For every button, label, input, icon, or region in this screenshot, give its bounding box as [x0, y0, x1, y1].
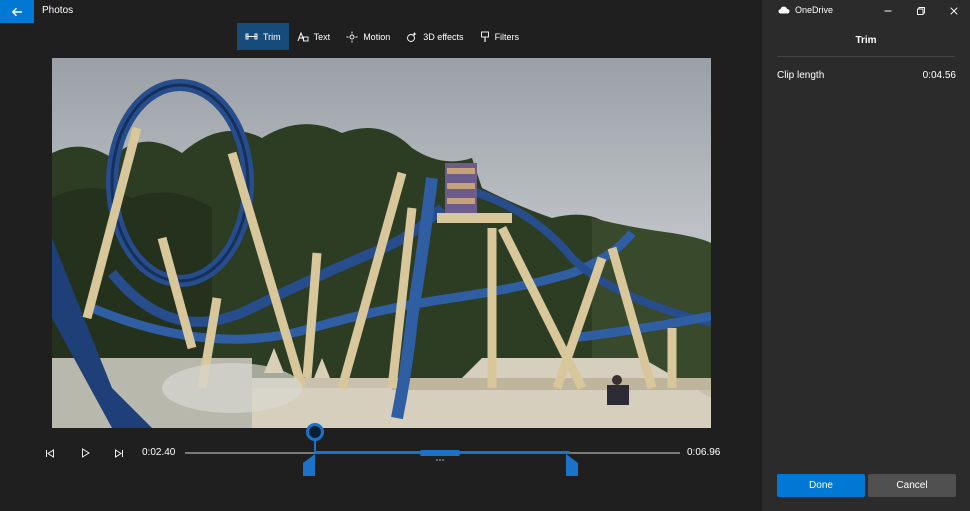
back-button[interactable] — [0, 0, 34, 23]
clip-length-value: 0:04.56 — [922, 70, 956, 81]
tab-3d-effects-label: 3D effects — [423, 31, 464, 42]
app-title: Photos — [42, 5, 74, 16]
tab-text[interactable]: Text — [289, 23, 339, 50]
title-bar: Photos — [0, 0, 762, 23]
cloud-icon — [778, 6, 790, 14]
playhead[interactable] — [306, 423, 324, 441]
text-icon — [297, 31, 309, 41]
panel-title: Trim — [855, 35, 877, 46]
previous-frame-icon — [46, 448, 54, 458]
onedrive-status[interactable]: OneDrive — [778, 5, 833, 15]
next-frame-icon — [115, 448, 123, 458]
done-button[interactable]: Done — [777, 474, 865, 497]
end-time: 0:06.96 — [687, 447, 721, 458]
back-arrow-icon — [11, 7, 22, 16]
tab-motion[interactable]: Motion — [338, 23, 398, 50]
restore-icon — [917, 7, 925, 15]
panel-divider — [777, 56, 955, 57]
trim-panel: OneDrive Trim Clip length 0:04.56 Done C… — [762, 0, 970, 511]
trim-icon — [245, 33, 258, 40]
onedrive-label: OneDrive — [795, 5, 834, 15]
3d-effects-icon — [407, 31, 417, 42]
video-preview[interactable] — [52, 58, 711, 428]
trim-start-handle[interactable] — [302, 454, 316, 476]
tab-trim-label: Trim — [263, 31, 281, 42]
minimize-button[interactable] — [880, 4, 896, 18]
tab-trim[interactable]: Trim — [237, 23, 289, 50]
start-time: 0:02.40 — [142, 447, 176, 458]
tab-text-label: Text — [313, 31, 331, 42]
trim-end-handle[interactable] — [565, 454, 579, 476]
close-icon — [950, 7, 958, 15]
filters-icon — [480, 31, 489, 42]
edit-toolbar: Trim Text Motion 3D effects Filters — [237, 23, 527, 50]
rollercoaster-image — [52, 58, 711, 428]
close-button[interactable] — [946, 4, 962, 18]
restore-button[interactable] — [913, 4, 929, 18]
tab-3d-effects[interactable]: 3D effects — [398, 23, 471, 50]
tab-filters[interactable]: Filters — [472, 23, 528, 50]
cancel-button[interactable]: Cancel — [868, 474, 956, 497]
play-icon — [81, 448, 90, 458]
tab-motion-label: Motion — [363, 31, 391, 42]
play-button[interactable] — [78, 446, 92, 460]
next-frame-button[interactable] — [112, 446, 126, 460]
minimize-icon — [884, 10, 892, 12]
selection-grip[interactable] — [420, 450, 460, 461]
photos-app: Photos Trim Text Motion 3D effects Filte… — [0, 0, 970, 511]
grip-dots-icon — [436, 459, 444, 461]
motion-icon — [346, 31, 358, 42]
clip-length-label: Clip length — [777, 70, 825, 81]
previous-frame-button[interactable] — [43, 446, 57, 460]
tab-filters-label: Filters — [494, 31, 520, 42]
